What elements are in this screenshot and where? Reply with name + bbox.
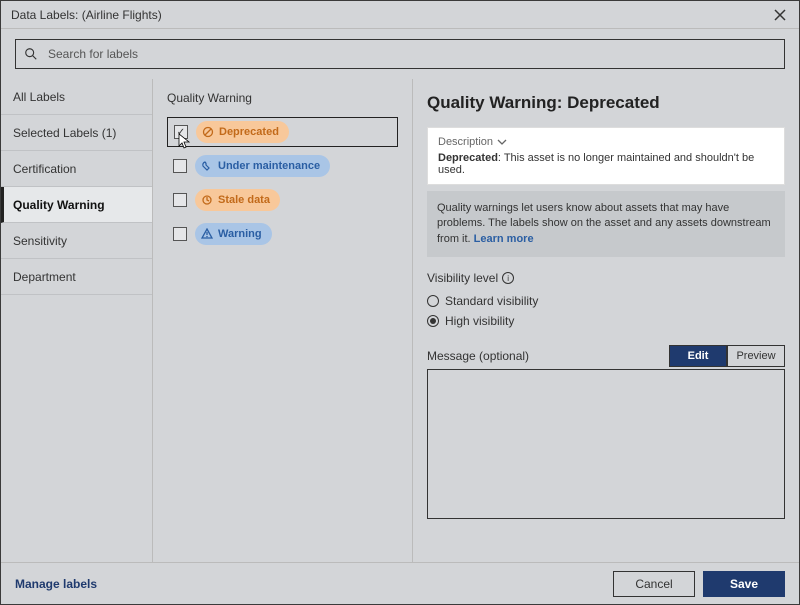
checkbox-stale-data[interactable] — [173, 193, 187, 207]
info-box: Quality warnings let users know about as… — [427, 191, 785, 257]
footer: Manage labels Cancel Save — [1, 562, 799, 604]
visibility-option-standard[interactable]: Standard visibility — [427, 291, 785, 311]
sidebar-item-quality-warning[interactable]: Quality Warning — [1, 187, 152, 223]
close-icon — [774, 9, 786, 21]
maintenance-icon — [201, 160, 213, 172]
sidebar-item-label: Department — [13, 270, 76, 284]
description-name: Deprecated — [438, 152, 498, 164]
pill-label: Under maintenance — [218, 160, 320, 172]
detail-panel: Quality Warning: Deprecated Description … — [413, 79, 799, 562]
titlebar: Data Labels: (Airline Flights) — [1, 1, 799, 29]
sidebar: All Labels Selected Labels (1) Certifica… — [1, 79, 153, 562]
search-input[interactable] — [46, 46, 776, 62]
radio-high[interactable] — [427, 315, 439, 327]
dialog-window: Data Labels: (Airline Flights) All Label… — [0, 0, 800, 605]
label-row-warning[interactable]: Warning — [167, 219, 398, 249]
radio-label: Standard visibility — [445, 294, 538, 308]
description-header[interactable]: Description — [438, 136, 774, 148]
stale-icon — [201, 194, 213, 206]
pill-stale-data[interactable]: Stale data — [195, 189, 280, 211]
radio-standard[interactable] — [427, 295, 439, 307]
label-list-title: Quality Warning — [167, 91, 398, 105]
pill-label: Stale data — [218, 194, 270, 206]
message-tabs: Edit Preview — [669, 345, 785, 367]
visibility-title-text: Visibility level — [427, 271, 498, 285]
description-body: Deprecated: This asset is no longer main… — [438, 152, 774, 176]
pill-deprecated[interactable]: Deprecated — [196, 121, 289, 143]
sidebar-item-all-labels[interactable]: All Labels — [1, 79, 152, 115]
pill-warning[interactable]: Warning — [195, 223, 272, 245]
sidebar-item-label: All Labels — [13, 90, 65, 104]
checkbox-warning[interactable] — [173, 227, 187, 241]
label-list-panel: Quality Warning Deprecated Under mainten… — [153, 79, 413, 562]
sidebar-item-sensitivity[interactable]: Sensitivity — [1, 223, 152, 259]
label-row-stale-data[interactable]: Stale data — [167, 185, 398, 215]
window-title: Data Labels: (Airline Flights) — [11, 8, 771, 22]
checkbox-under-maintenance[interactable] — [173, 159, 187, 173]
sidebar-item-label: Quality Warning — [13, 198, 105, 212]
checkbox-deprecated[interactable] — [174, 125, 188, 139]
description-card: Description Deprecated: This asset is no… — [427, 127, 785, 185]
cancel-button[interactable]: Cancel — [613, 571, 695, 597]
pill-under-maintenance[interactable]: Under maintenance — [195, 155, 330, 177]
pill-label: Warning — [218, 228, 262, 240]
message-label: Message (optional) — [427, 349, 529, 363]
search-bar[interactable] — [15, 39, 785, 69]
sidebar-item-department[interactable]: Department — [1, 259, 152, 295]
manage-labels-link[interactable]: Manage labels — [15, 577, 97, 591]
info-icon[interactable]: i — [502, 272, 514, 284]
save-button[interactable]: Save — [703, 571, 785, 597]
close-button[interactable] — [771, 6, 789, 24]
detail-heading: Quality Warning: Deprecated — [427, 93, 785, 113]
description-label: Description — [438, 136, 493, 148]
chevron-down-icon — [497, 137, 507, 147]
message-header: Message (optional) Edit Preview — [427, 345, 785, 367]
tab-preview[interactable]: Preview — [727, 345, 785, 367]
visibility-option-high[interactable]: High visibility — [427, 311, 785, 331]
sidebar-item-selected-labels[interactable]: Selected Labels (1) — [1, 115, 152, 151]
tab-edit[interactable]: Edit — [669, 345, 727, 367]
pill-label: Deprecated — [219, 126, 279, 138]
message-textarea[interactable] — [427, 369, 785, 519]
sidebar-item-certification[interactable]: Certification — [1, 151, 152, 187]
visibility-title: Visibility level i — [427, 271, 785, 285]
label-row-deprecated[interactable]: Deprecated — [167, 117, 398, 147]
deprecated-icon — [202, 126, 214, 138]
learn-more-link[interactable]: Learn more — [474, 233, 534, 245]
dialog-body: All Labels Selected Labels (1) Certifica… — [1, 79, 799, 562]
warning-icon — [201, 228, 213, 240]
sidebar-item-label: Selected Labels (1) — [13, 126, 116, 140]
visibility-section: Visibility level i Standard visibility H… — [427, 271, 785, 331]
sidebar-item-label: Sensitivity — [13, 234, 67, 248]
search-icon — [24, 47, 38, 61]
radio-label: High visibility — [445, 314, 514, 328]
label-row-under-maintenance[interactable]: Under maintenance — [167, 151, 398, 181]
sidebar-item-label: Certification — [13, 162, 76, 176]
